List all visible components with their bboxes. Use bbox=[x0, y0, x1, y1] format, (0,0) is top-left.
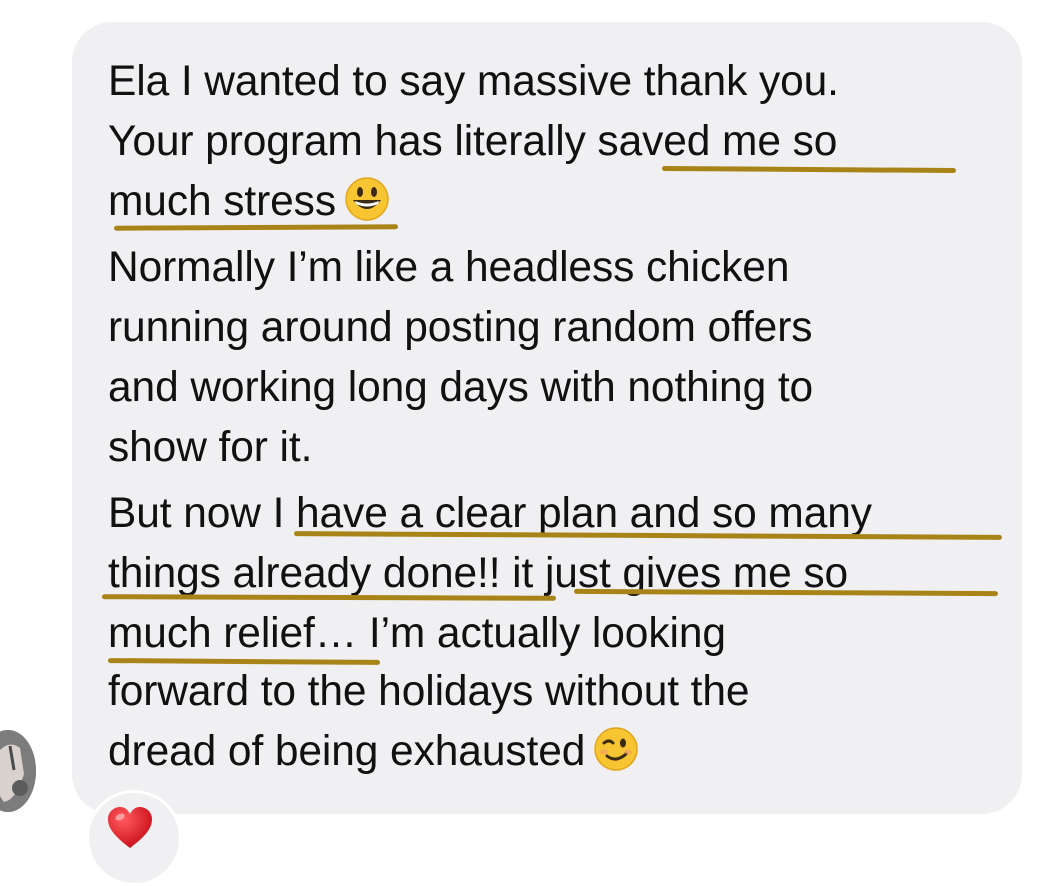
message-line: Normally I’m like a headless chicken bbox=[108, 244, 790, 291]
grinning-face-emoji-icon bbox=[345, 177, 389, 221]
message-line: much stress bbox=[108, 172, 390, 232]
message-line: show for it. bbox=[108, 424, 313, 471]
message-line: and working long days with nothing to bbox=[108, 364, 814, 411]
message-line: dread of being exhausted bbox=[108, 722, 639, 782]
message-line: Your program has literally saved me so bbox=[108, 118, 838, 165]
message-line: Ela I wanted to say massive thank you. bbox=[108, 58, 839, 105]
avatar-photo bbox=[0, 730, 36, 812]
red-heart-icon bbox=[108, 807, 152, 848]
winking-face-emoji-icon bbox=[594, 727, 639, 771]
sender-avatar[interactable] bbox=[0, 730, 36, 812]
message-line: much relief… I’m actually looking bbox=[108, 610, 726, 657]
message-line: forward to the holidays without the bbox=[108, 668, 750, 715]
message-line: running around posting random offers bbox=[108, 304, 813, 351]
